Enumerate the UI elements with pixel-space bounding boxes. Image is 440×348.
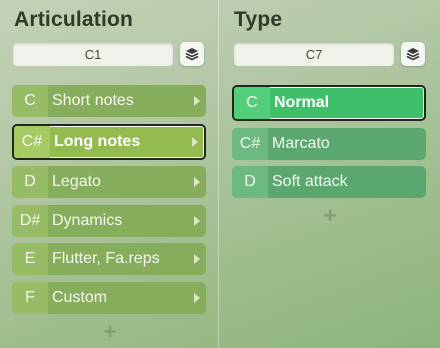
chevron-right-icon (194, 96, 200, 106)
articulation-note-field[interactable]: C1 (13, 43, 173, 66)
articulation-item-short-notes[interactable]: C Short notes (12, 85, 206, 117)
chevron-right-icon (194, 254, 200, 264)
type-item-key: C# (232, 127, 268, 160)
articulation-item-label: Flutter, Fa.reps (52, 250, 160, 267)
articulation-item-custom[interactable]: F Custom (12, 281, 206, 314)
type-column: Type C7 C Normal C# Marcato D Soft attac… (219, 0, 440, 348)
add-type-button[interactable]: + (320, 205, 340, 227)
articulation-item-key: C (12, 85, 48, 117)
type-note-field[interactable]: C7 (234, 43, 394, 66)
layers-icon (185, 48, 199, 61)
type-item-key: D (232, 166, 268, 198)
articulation-item-label: Legato (52, 173, 101, 190)
articulation-item-label: Long notes (54, 132, 141, 150)
type-layers-button[interactable] (401, 42, 425, 66)
type-list: C Normal C# Marcato D Soft attack (232, 85, 426, 205)
articulation-item-label: Short notes (52, 92, 134, 109)
articulation-item-legato[interactable]: D Legato (12, 166, 206, 198)
articulation-item-key: E (12, 243, 48, 275)
layers-icon (406, 48, 420, 61)
articulation-item-key: F (12, 281, 48, 314)
type-item-normal[interactable]: C Normal (232, 85, 426, 121)
add-articulation-button[interactable]: + (100, 321, 120, 343)
type-item-soft-attack[interactable]: D Soft attack (232, 166, 426, 198)
articulation-item-long-notes[interactable]: C# Long notes (12, 123, 206, 160)
type-item-key: C (234, 87, 270, 119)
articulation-item-label: Custom (52, 288, 108, 306)
articulation-item-key: C# (14, 125, 50, 158)
articulation-item-flutter[interactable]: E Flutter, Fa.reps (12, 243, 206, 275)
type-item-marcato[interactable]: C# Marcato (232, 127, 426, 160)
type-item-label: Normal (274, 94, 330, 111)
type-item-label: Marcato (272, 134, 330, 152)
type-item-label: Soft attack (272, 173, 348, 190)
chevron-right-icon (192, 136, 198, 147)
articulation-item-label: Dynamics (52, 211, 123, 229)
chevron-right-icon (194, 215, 200, 226)
articulation-item-key: D# (12, 204, 48, 237)
articulation-column: Articulation C1 C Short notes C# Long no… (0, 0, 218, 348)
articulation-item-dynamics[interactable]: D# Dynamics (12, 204, 206, 237)
chevron-right-icon (194, 177, 200, 187)
chevron-right-icon (194, 292, 200, 303)
type-title: Type (234, 8, 283, 31)
articulation-title: Articulation (14, 8, 134, 31)
articulation-item-key: D (12, 166, 48, 198)
articulation-list: C Short notes C# Long notes D Legato D# … (12, 85, 206, 320)
articulation-layers-button[interactable] (180, 42, 204, 66)
